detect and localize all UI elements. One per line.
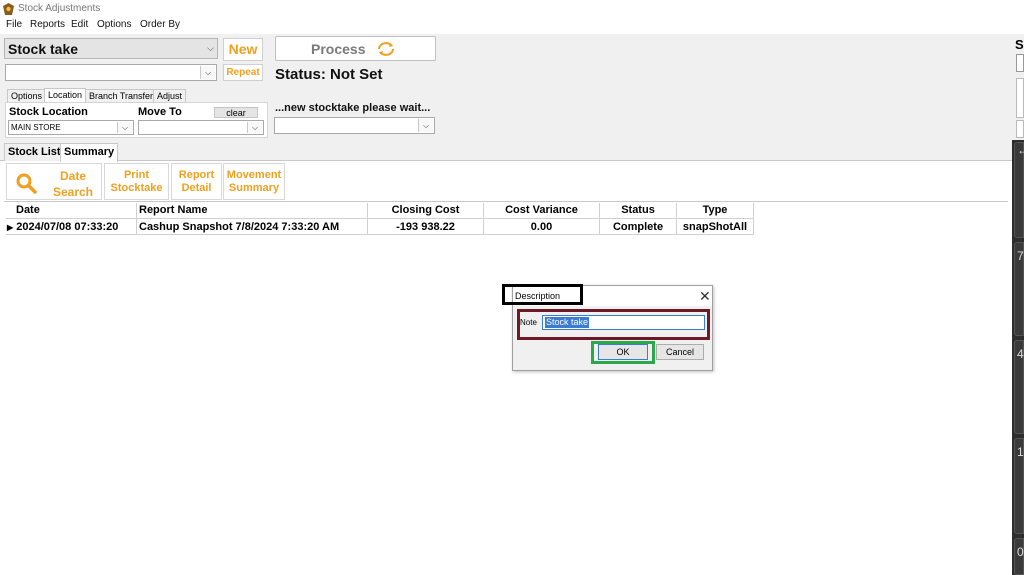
mode-combo-value: Stock take [8,41,79,57]
tab-stock-list[interactable]: Stock List [4,143,65,161]
refresh-icon [378,42,394,56]
chevron-down-icon: ⌵ [418,119,433,132]
chevron-down-icon: ⌵ [207,43,214,53]
date-search-label-2: Search [52,185,94,199]
row-selector-icon: ▶ [7,223,14,232]
date-search-button[interactable]: Date Search [6,163,102,200]
status-text: Status: Not Set [275,66,383,83]
print-stocktake-button[interactable]: Print Stocktake [104,163,169,200]
stocktake-combo[interactable]: ⌵ [274,117,435,134]
tab-adjust[interactable]: Adjust [153,89,187,102]
move-to-combo[interactable]: ⌵ [138,120,264,135]
print-stocktake-label-2: Stocktake [110,182,163,194]
column-header-type[interactable]: Type [677,203,754,219]
menu-order-by[interactable]: Order By [140,19,180,30]
cell-status[interactable]: Complete [600,219,677,235]
right-panel-box [1016,120,1024,138]
clear-button[interactable]: clear [214,107,258,118]
column-header-cost-variance[interactable]: Cost Variance [484,203,600,219]
menu-options[interactable]: Options [97,19,131,30]
menu-bar: File Reports Edit Options Order By [0,18,1024,34]
right-panel-clipped-label: S [1015,37,1024,52]
move-to-label: Move To [138,106,182,118]
new-button[interactable]: New [223,38,263,61]
right-panel: S [1012,34,1024,140]
column-header-status[interactable]: Status [600,203,677,219]
movement-summary-label-2: Summary [228,182,280,194]
keypad-key-7[interactable]: 7 [1014,242,1024,336]
keypad-key-0[interactable]: 0 [1014,538,1024,575]
table-row[interactable]: ▶ 2024/07/08 07:33:20 [6,219,137,235]
highlight-ok-button [591,341,655,364]
highlight-dialog-title [502,284,583,305]
tab-summary[interactable]: Summary [60,143,119,162]
right-panel-box [1016,78,1024,118]
print-stocktake-label-1: Print [123,169,150,181]
tab-branch-transfer[interactable]: Branch Transfer [85,89,158,102]
main-tabbar [0,140,1012,161]
wait-message: ...new stocktake please wait... [275,102,431,114]
tab-location[interactable]: Location [44,88,87,102]
mode-combo[interactable]: Stock take ⌵ [4,38,218,59]
search-icon [16,173,37,194]
process-button[interactable]: Process [275,36,436,61]
highlight-note-field [517,309,710,340]
stock-location-label: Stock Location [9,106,88,118]
column-header-report-name[interactable]: Report Name [137,203,368,219]
close-icon[interactable]: ✕ [699,288,711,305]
movement-summary-label-1: Movement [226,169,282,181]
cell-date: 2024/07/08 07:33:20 [16,221,119,233]
tab-options[interactable]: Options [7,89,47,102]
cell-type[interactable]: snapShotAll [677,219,754,235]
cell-cost-variance[interactable]: 0.00 [484,219,600,235]
cell-report-name[interactable]: Cashup Snapshot 7/8/2024 7:33:20 AM [137,219,368,235]
stock-location-value: MAIN STORE [11,123,61,132]
menu-edit[interactable]: Edit [71,19,88,30]
chevron-down-icon: ⌵ [117,122,132,133]
cancel-button[interactable]: Cancel [656,344,704,360]
report-detail-button[interactable]: Report Detail [171,163,222,200]
cell-closing-cost[interactable]: -193 938.22 [368,219,484,235]
stock-location-combo[interactable]: MAIN STORE ⌵ [8,120,134,135]
window-title: Stock Adjustments [18,3,101,14]
column-header-closing-cost[interactable]: Closing Cost [368,203,484,219]
secondary-combo[interactable]: ⌵ [5,64,217,81]
chevron-down-icon: ⌵ [200,66,215,79]
keypad-key-1[interactable]: 1 [1014,438,1024,534]
date-search-label-1: Date [59,169,86,183]
column-header-date[interactable]: Date [6,203,137,219]
keypad-key-4[interactable]: 4 [1014,340,1024,434]
menu-reports[interactable]: Reports [30,19,65,30]
app-icon [3,3,14,15]
report-detail-label-2: Detail [181,182,212,194]
movement-summary-button[interactable]: Movement Summary [223,163,285,200]
right-panel-field[interactable] [1016,54,1024,72]
menu-file[interactable]: File [6,19,22,30]
report-detail-label-1: Report [178,169,215,181]
chevron-down-icon: ⌵ [247,122,262,133]
window-titlebar: Stock Adjustments [0,0,1024,18]
back-arrow-icon[interactable]: ← [1014,142,1024,238]
process-button-label: Process [311,41,366,57]
repeat-button[interactable]: Repeat [223,64,263,81]
